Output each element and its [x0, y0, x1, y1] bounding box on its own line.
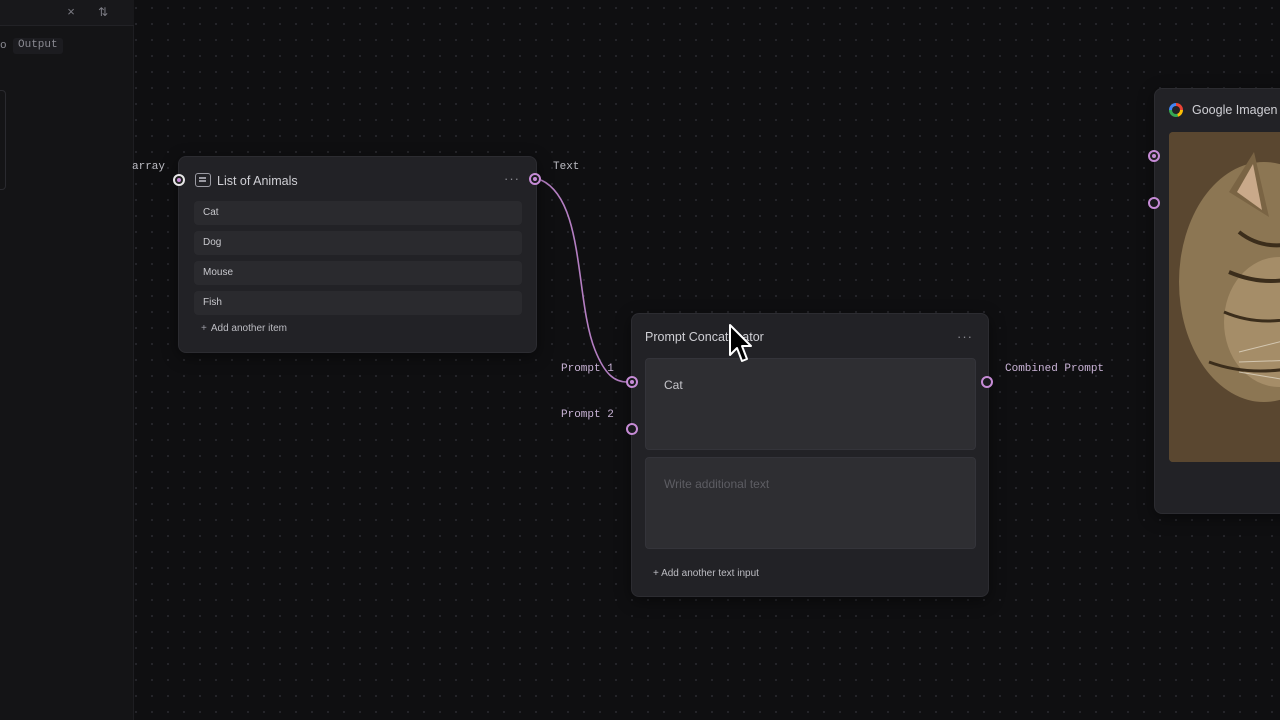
- prompt2-input[interactable]: Write additional text: [645, 457, 976, 549]
- close-icon[interactable]: ×: [63, 4, 79, 20]
- sort-icon[interactable]: ⇅: [95, 4, 111, 20]
- port-label-prompt2: Prompt 2: [561, 409, 614, 421]
- list-item[interactable]: Mouse: [194, 261, 522, 285]
- list-item[interactable]: Fish: [194, 291, 522, 315]
- list-icon: [195, 173, 211, 187]
- add-item-button[interactable]: + Add another item: [201, 323, 287, 334]
- panel-content-box: [0, 90, 6, 190]
- more-options-icon[interactable]: ···: [957, 329, 973, 344]
- tab-output[interactable]: Output: [13, 38, 63, 54]
- side-panel: × ⇅ o Output: [0, 0, 134, 720]
- tab-partial[interactable]: o: [0, 40, 7, 52]
- list-item[interactable]: Cat: [194, 201, 522, 225]
- input-port-imagen-1[interactable]: [1148, 150, 1160, 162]
- input-port-prompt1[interactable]: [626, 376, 638, 388]
- workflow-canvas[interactable]: × ⇅ o Output array Text Prompt 1 Prompt …: [0, 0, 1280, 720]
- list-of-animals-node[interactable]: List of Animals ··· Cat Dog Mouse Fish +…: [178, 156, 537, 353]
- node-title: Google Imagen: [1192, 103, 1278, 117]
- side-panel-toolbar: × ⇅: [0, 0, 134, 26]
- port-label-array: array: [132, 161, 166, 173]
- add-item-label: Add another item: [210, 323, 288, 334]
- port-label-text: Text: [553, 161, 580, 173]
- prompt-concatenator-node[interactable]: Prompt Concatenator ··· Cat Write additi…: [631, 313, 989, 597]
- output-port-text[interactable]: [529, 173, 541, 185]
- port-label-prompt1: Prompt 1: [561, 363, 614, 375]
- cat-illustration: [1169, 132, 1280, 462]
- prompt1-input[interactable]: Cat: [645, 358, 976, 450]
- plus-icon: +: [201, 323, 207, 334]
- port-label-combined-prompt: Combined Prompt: [1005, 363, 1105, 375]
- input-port-imagen-2[interactable]: [1148, 197, 1160, 209]
- list-item[interactable]: Dog: [194, 231, 522, 255]
- generated-cat-image: [1169, 132, 1280, 462]
- input-port-array[interactable]: [173, 174, 185, 186]
- google-imagen-node[interactable]: Google Imagen: [1154, 88, 1280, 514]
- google-icon: [1169, 103, 1183, 117]
- input-port-prompt2[interactable]: [626, 423, 638, 435]
- add-text-input-button[interactable]: + Add another text input: [653, 568, 759, 579]
- more-options-icon[interactable]: ···: [504, 171, 520, 186]
- node-title: List of Animals: [217, 174, 298, 188]
- wire-text-to-prompt1: [540, 179, 628, 383]
- output-port-combined-prompt[interactable]: [981, 376, 993, 388]
- mouse-cursor-icon: [729, 324, 752, 362]
